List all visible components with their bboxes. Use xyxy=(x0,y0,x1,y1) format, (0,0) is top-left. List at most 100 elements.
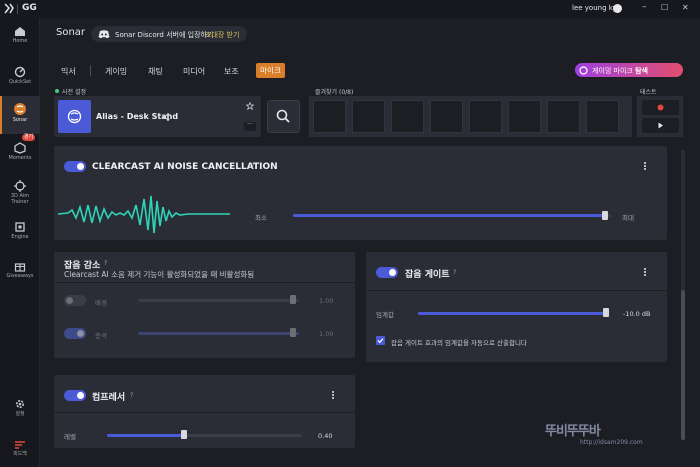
background-noise-label: 배경 xyxy=(95,299,107,307)
sidebar-item-label: Engine xyxy=(11,234,29,240)
sidebar-item-label: Giveaways xyxy=(6,273,34,279)
impact-noise-value: 1.00 xyxy=(319,330,334,338)
home-icon xyxy=(15,27,25,36)
maximize-button[interactable]: ☐ xyxy=(661,3,668,12)
steelseries-logo-icon xyxy=(4,3,14,14)
sidebar-item-quickset[interactable]: QuickSet xyxy=(0,66,40,92)
preset-more-button[interactable]: ··· xyxy=(244,122,256,131)
avatar[interactable] xyxy=(613,4,622,13)
level-slider-fill xyxy=(107,434,185,437)
noise-gate-toggle[interactable] xyxy=(376,267,398,278)
tab-media[interactable]: 미디어 xyxy=(183,66,205,77)
share-icon[interactable] xyxy=(162,113,170,121)
panel-divider xyxy=(366,290,667,291)
clearcast-slider-handle[interactable] xyxy=(602,211,608,220)
threshold-slider[interactable] xyxy=(418,312,609,315)
preset-search-button[interactable] xyxy=(267,100,300,133)
background-noise-value: 1.00 xyxy=(319,297,334,305)
quickset-icon xyxy=(14,66,26,78)
discord-invite-link[interactable]: 초대장 받기 xyxy=(205,30,239,40)
level-label: 레벨 xyxy=(64,433,76,441)
sidebar-item-settings[interactable]: 설정 xyxy=(0,398,40,420)
noise-gate-help-icon[interactable]: ? xyxy=(453,269,456,276)
tab-mic[interactable]: 마이크 xyxy=(256,63,285,78)
noise-reduction-help-icon[interactable]: ? xyxy=(104,260,107,267)
sidebar-item-giveaways[interactable]: Giveaways xyxy=(0,260,40,284)
favorite-slot[interactable] xyxy=(313,100,346,133)
auto-threshold-checkbox[interactable] xyxy=(376,336,385,345)
star-icon[interactable] xyxy=(246,102,254,110)
sidebar-item-label: Sonar xyxy=(12,117,28,123)
background-noise-slider[interactable] xyxy=(138,299,299,302)
favorite-slot[interactable] xyxy=(352,100,385,133)
threshold-handle[interactable] xyxy=(603,308,609,317)
tab-chat[interactable]: 채팅 xyxy=(148,66,163,77)
tab-mixer[interactable]: 믹서 xyxy=(61,66,76,77)
gift-icon xyxy=(14,263,26,272)
minimize-button[interactable]: – xyxy=(642,2,647,12)
tab-aux[interactable]: 보조 xyxy=(224,66,239,77)
sidebar-item-sonar[interactable]: Sonar xyxy=(0,96,40,134)
sidebar-item-label: 피드백 xyxy=(13,451,27,457)
impact-noise-handle[interactable] xyxy=(290,328,296,337)
favorite-slot[interactable] xyxy=(547,100,580,133)
favorite-slot[interactable] xyxy=(430,100,463,133)
scrollbar-thumb[interactable] xyxy=(681,290,685,440)
compressor-toggle[interactable] xyxy=(64,390,86,401)
level-slider-handle[interactable] xyxy=(181,430,187,439)
background-noise-handle[interactable] xyxy=(290,295,296,304)
sidebar-item-3d-aim-trainer[interactable]: 3D Aim Trainer xyxy=(0,180,40,210)
noise-gate-title: 잡음 게이트 xyxy=(405,270,450,280)
sidebar-item-feedback[interactable]: 피드백 xyxy=(0,440,40,462)
sonar-icon xyxy=(14,103,26,115)
gear-icon xyxy=(15,399,25,409)
record-button[interactable] xyxy=(642,100,679,115)
noise-reduction-subtitle: Clearcast AI 소음 제거 기능이 활성화되었을 때 비활성화됨 xyxy=(64,270,255,279)
clearcast-help-icon[interactable]: ? xyxy=(251,163,254,170)
compressor-menu-button[interactable] xyxy=(331,390,335,402)
impact-noise-toggle[interactable] xyxy=(64,328,86,339)
sonar-wave-icon xyxy=(67,109,82,124)
preset-section-label: 사전 설정 xyxy=(62,89,86,96)
favorites-label: 즐겨찾기 (0/8) xyxy=(315,89,354,96)
feedback-icon xyxy=(15,441,25,449)
search-icon xyxy=(276,109,290,123)
active-indicator xyxy=(0,96,2,134)
watermark: 뚜비뚜뚜바 xyxy=(545,424,601,439)
sidebar-item-label: Home xyxy=(12,38,28,44)
check-icon xyxy=(377,338,384,344)
test-label: 테스트 xyxy=(640,89,657,96)
play-button[interactable] xyxy=(642,118,679,133)
gaming-mic-action: 탐색 xyxy=(635,67,648,75)
clearcast-max-label: 최대 xyxy=(622,214,634,222)
background-noise-toggle[interactable] xyxy=(64,295,86,306)
sidebar-item-engine[interactable]: Engine xyxy=(0,221,40,245)
compressor-help-icon[interactable]: ? xyxy=(130,392,133,399)
favorite-slot[interactable] xyxy=(391,100,424,133)
panel-divider xyxy=(54,412,355,413)
discord-icon xyxy=(98,30,110,39)
close-button[interactable]: ✕ xyxy=(682,3,689,12)
record-icon xyxy=(657,104,664,111)
noise-gate-menu-button[interactable] xyxy=(643,267,647,279)
tab-gaming[interactable]: 게이밍 xyxy=(105,66,127,77)
clearcast-menu-button[interactable] xyxy=(643,161,647,173)
auto-threshold-label: 잡음 게이트 효과의 임계값을 자동으로 산출합니다 xyxy=(391,339,527,347)
sidebar-item-home[interactable]: Home xyxy=(0,26,40,52)
impact-noise-slider[interactable] xyxy=(138,332,299,335)
clearcast-toggle[interactable] xyxy=(64,161,86,172)
engine-icon xyxy=(15,222,25,232)
discord-banner-text: Sonar Discord 서버에 입장하기 xyxy=(115,31,214,39)
app-name: GG xyxy=(22,3,37,13)
sidebar-item-label: 설정 xyxy=(15,411,25,417)
sidebar-item-moments[interactable]: Moments xyxy=(0,142,40,168)
favorite-slot[interactable] xyxy=(508,100,541,133)
tab-divider xyxy=(90,65,91,76)
clearcast-slider-fill xyxy=(293,214,608,217)
favorite-slot[interactable] xyxy=(469,100,502,133)
waveform-icon xyxy=(58,195,230,234)
play-icon xyxy=(658,122,663,129)
sidebar-item-label: Moments xyxy=(8,155,32,161)
page-title: Sonar xyxy=(56,27,86,38)
favorite-slot[interactable] xyxy=(586,100,619,133)
